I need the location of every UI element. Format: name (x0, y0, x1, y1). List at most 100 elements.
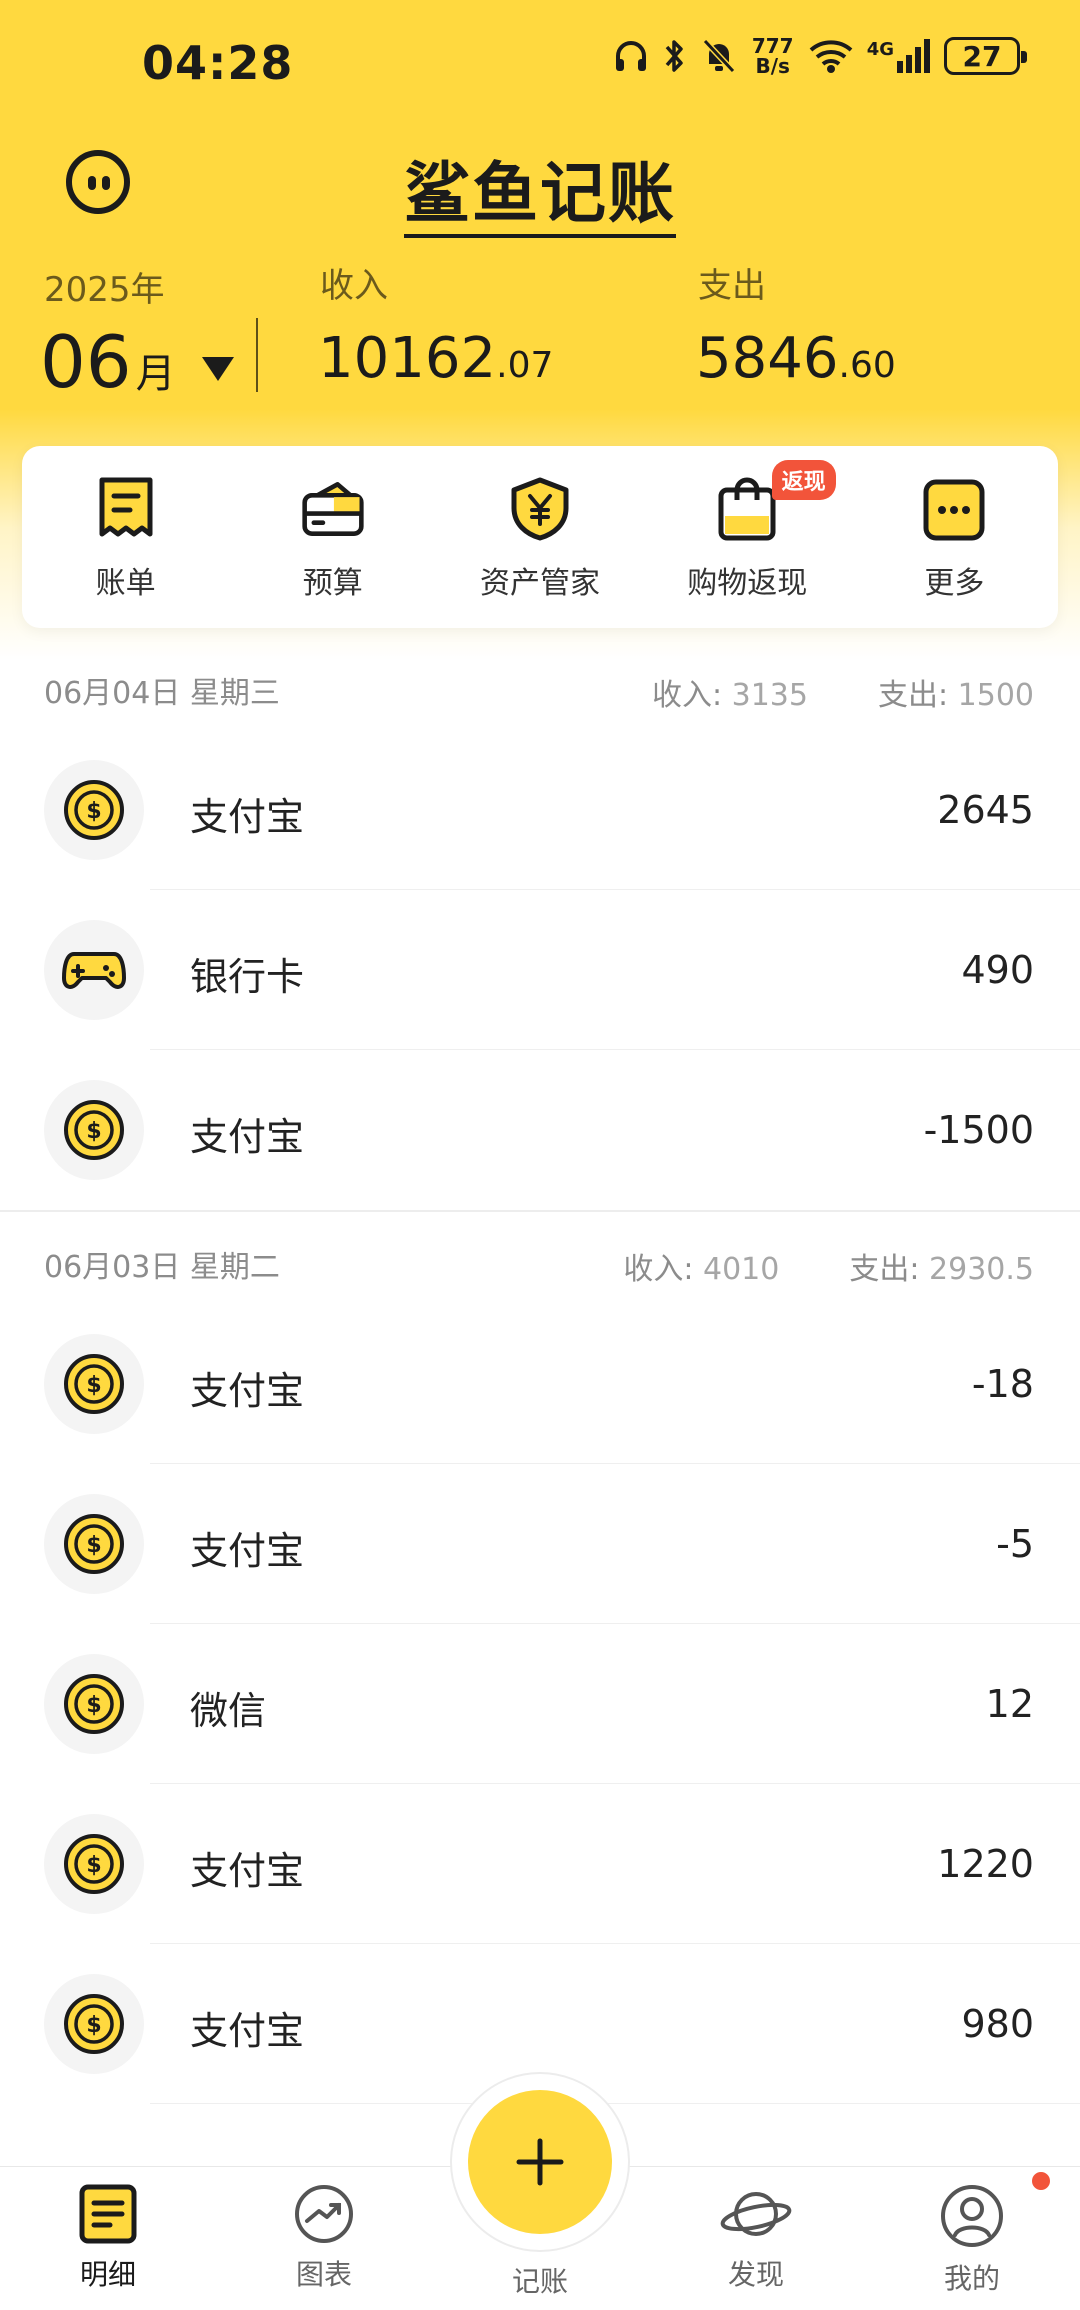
transaction-amount: 2645 (937, 788, 1034, 832)
shopping-bag-icon (718, 477, 776, 541)
battery-level: 27 (962, 39, 1002, 73)
action-label: 预算 (302, 566, 363, 601)
caret-down-icon (201, 357, 234, 381)
shield-yuan-icon (511, 477, 569, 541)
day-header: 06月04日 星期三 收入: 3135 支出: 1500 (0, 650, 1080, 730)
signal-icon: 4G (867, 39, 930, 73)
nav-label: 发现 (727, 2258, 784, 2291)
day-income: 收入: 3135 (651, 678, 808, 713)
mute-bell-icon (702, 38, 735, 74)
action-more[interactable]: 更多 (851, 446, 1058, 628)
notification-dot (1030, 2170, 1052, 2192)
add-record-button[interactable] (468, 2090, 612, 2234)
network-type: 4G (866, 39, 894, 60)
status-time: 04:28 (142, 36, 294, 90)
wifi-icon (809, 40, 853, 73)
action-label: 购物返现 (687, 566, 808, 601)
nav-label: 我的 (943, 2262, 1000, 2295)
action-asset-manager[interactable]: 资产管家 (436, 446, 643, 628)
nav-label: 记账 (511, 2265, 568, 2298)
transaction-amount: 1220 (937, 1842, 1034, 1886)
nav-profile[interactable]: 我的 (902, 2183, 1042, 2297)
svg-text:$: $ (86, 1373, 101, 1398)
transaction-row[interactable]: $ 支付宝 -5 (0, 1464, 1080, 1624)
net-speed: 777 B/s (751, 36, 795, 76)
transaction-name: 支付宝 (190, 1849, 305, 1893)
list-icon (79, 2184, 137, 2244)
month-selector[interactable]: 06 月 (40, 320, 234, 404)
svg-text:$: $ (86, 1119, 101, 1144)
svg-text:$: $ (86, 1693, 101, 1718)
cashback-badge: 返现 (771, 460, 836, 500)
transaction-name: 支付宝 (190, 795, 305, 839)
year-label: 2025年 (44, 270, 165, 310)
transaction-amount: -1500 (923, 1108, 1034, 1152)
day-expense: 支出: 2930.5 (849, 1252, 1034, 1287)
planet-icon (720, 2192, 792, 2236)
coin-icon: $ (44, 1334, 144, 1434)
transaction-list: 06月04日 星期三 收入: 3135 支出: 1500 $ 支付宝 2645 … (0, 650, 1080, 2104)
svg-text:$: $ (86, 799, 101, 824)
coin-icon: $ (44, 1080, 144, 1180)
transaction-name: 支付宝 (190, 1115, 305, 1159)
action-label: 更多 (924, 566, 985, 601)
transaction-row[interactable]: $ 支付宝 -1500 (0, 1050, 1080, 1210)
coin-icon: $ (44, 1494, 144, 1594)
transaction-name: 微信 (190, 1689, 267, 1733)
transaction-amount: 980 (961, 2002, 1034, 2046)
day-date: 06月04日 星期三 (44, 676, 280, 711)
action-shopping-cashback[interactable]: 购物返现 返现 (644, 446, 851, 628)
month-unit: 月 (135, 351, 176, 397)
wallet-icon (302, 482, 364, 536)
transaction-row[interactable]: $ 支付宝 2645 (0, 730, 1080, 890)
transaction-row[interactable]: $ 支付宝 -18 (0, 1304, 1080, 1464)
month-number: 06 (40, 320, 132, 404)
quick-actions-card: 账单 预算 资产管家 购物返现 返现 更多 (22, 446, 1058, 628)
nav-charts[interactable]: 图表 (254, 2183, 394, 2293)
chart-icon (295, 2185, 353, 2243)
more-icon (923, 479, 985, 541)
transaction-row[interactable]: $ 支付宝 1220 (0, 1784, 1080, 1944)
action-budget[interactable]: 预算 (229, 446, 436, 628)
income-label: 收入 (320, 266, 388, 306)
action-label: 账单 (95, 566, 156, 601)
coin-icon: $ (44, 760, 144, 860)
plus-icon (516, 2138, 564, 2186)
transaction-name: 支付宝 (190, 1529, 305, 1573)
net-speed-unit: B/s (755, 54, 790, 78)
transaction-row[interactable]: 银行卡 490 (0, 890, 1080, 1050)
nav-label: 明细 (79, 2258, 136, 2291)
status-icons: 777 B/s 4G 27 (613, 36, 1027, 76)
gamepad-icon (44, 920, 144, 1020)
nav-label: 图表 (295, 2258, 352, 2291)
transaction-name: 银行卡 (190, 955, 305, 999)
day-header: 06月03日 星期二 收入: 4010 支出: 2930.5 (0, 1224, 1080, 1304)
battery-icon: 27 (944, 37, 1027, 75)
expense-label: 支出 (698, 266, 766, 306)
header-divider (256, 318, 258, 392)
coin-icon: $ (44, 1974, 144, 2074)
action-label: 资产管家 (480, 566, 600, 601)
day-expense: 支出: 1500 (877, 678, 1034, 713)
net-speed-value: 777 (751, 34, 794, 58)
transaction-amount: -5 (996, 1522, 1034, 1566)
nav-discover[interactable]: 发现 (686, 2183, 826, 2293)
nav-details[interactable]: 明细 (38, 2183, 178, 2293)
income-total: 10162.07 (318, 326, 554, 391)
app-title: 鲨鱼记账 (0, 140, 1080, 238)
action-bill[interactable]: 账单 (22, 446, 229, 628)
day-totals: 收入: 4010 支出: 2930.5 (623, 1244, 1034, 1288)
headphones-icon (615, 41, 646, 71)
bill-icon (99, 477, 153, 537)
status-bar: 04:28 777 B/s 4G 27 (0, 0, 1080, 120)
transaction-row[interactable]: $ 微信 12 (0, 1624, 1080, 1784)
transaction-name: 支付宝 (190, 2009, 305, 2053)
svg-text:$: $ (86, 2013, 101, 2038)
transaction-amount: 490 (961, 948, 1034, 992)
expense-total: 5846.60 (696, 326, 896, 391)
day-income: 收入: 4010 (623, 1252, 780, 1287)
transaction-amount: -18 (971, 1362, 1034, 1406)
day-totals: 收入: 3135 支出: 1500 (652, 670, 1034, 714)
coin-icon: $ (44, 1814, 144, 1914)
day-date: 06月03日 星期二 (44, 1250, 280, 1285)
